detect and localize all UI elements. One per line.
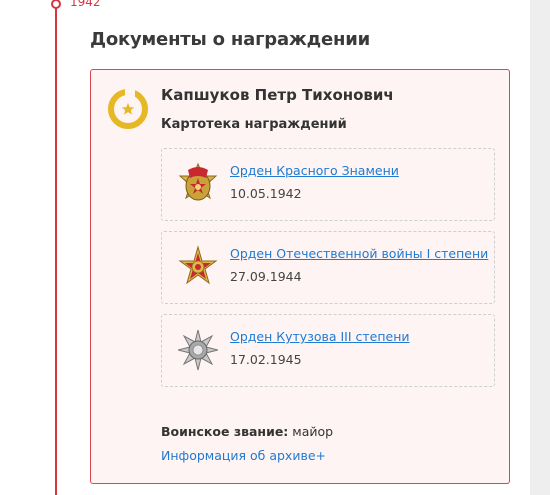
order-kutuzov-icon — [178, 329, 218, 371]
timeline-line — [55, 0, 57, 495]
rank-value: майор — [292, 424, 334, 439]
award-date: 27.09.1944 — [230, 269, 302, 284]
award-item: Орден Красного Знамени 10.05.1942 — [161, 148, 495, 221]
page-background-edge — [530, 0, 550, 495]
award-item: Орден Отечественной войны I степени 27.0… — [161, 231, 495, 304]
card-type-label: Картотека награждений — [161, 117, 347, 132]
rank-label: Воинское звание: — [161, 424, 289, 439]
rank-row: Воинское звание: майор — [161, 424, 333, 439]
award-link[interactable]: Орден Отечественной войны I степени — [230, 246, 488, 261]
order-patriotic-war-icon — [178, 245, 218, 285]
award-date: 10.05.1942 — [230, 186, 302, 201]
award-date: 17.02.1945 — [230, 352, 302, 367]
section-title: Документы о награждении — [90, 29, 371, 50]
award-link[interactable]: Орден Кутузова III степени — [230, 329, 410, 344]
award-card-icon — [108, 89, 148, 129]
person-name: Капшуков Петр Тихонович — [161, 86, 394, 104]
archive-info-link[interactable]: Информация об архиве+ — [161, 448, 326, 463]
order-red-banner-icon — [178, 162, 218, 201]
timeline-year: 1942 — [70, 0, 101, 9]
award-item: Орден Кутузова III степени 17.02.1945 — [161, 314, 495, 387]
award-link[interactable]: Орден Красного Знамени — [230, 163, 399, 178]
